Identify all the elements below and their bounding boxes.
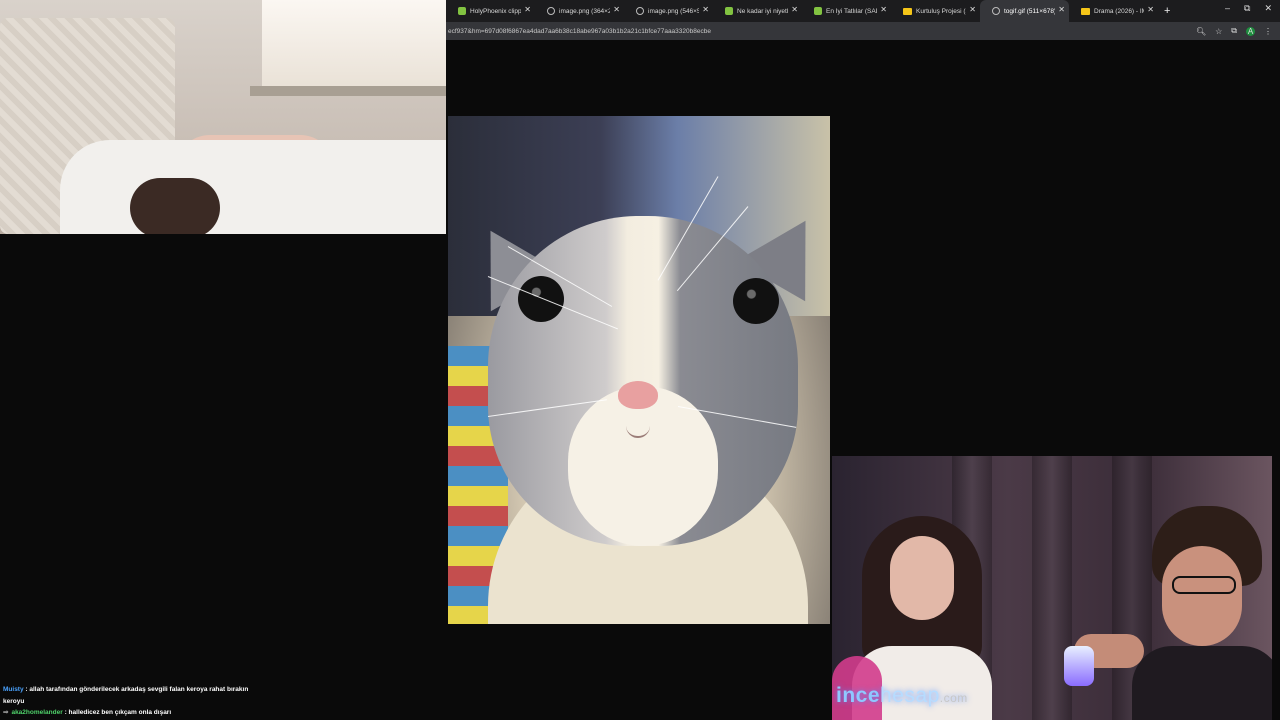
chat-message-continuation: keroyu xyxy=(3,697,25,705)
streamer-man xyxy=(1132,506,1272,720)
glasses xyxy=(1172,576,1236,594)
watermark-part-b: hesap xyxy=(880,684,940,707)
displayed-gif-image xyxy=(448,116,830,624)
globe-icon xyxy=(547,7,555,15)
chat-username: aka2homelander xyxy=(11,709,63,716)
watermark-domain: .com xyxy=(939,691,968,705)
webcam-bed-view xyxy=(0,0,446,234)
globe-icon xyxy=(992,7,1000,15)
profile-avatar[interactable]: A xyxy=(1246,26,1255,36)
tab-title: Kurtuluş Projesi (20 xyxy=(916,7,966,15)
reply-arrow-icon: ⇒ xyxy=(3,709,9,716)
imdb-icon xyxy=(903,7,912,15)
chat-message: ⇒ aka2homelander : halledicez ben çıkçam … xyxy=(3,707,449,719)
restore-button[interactable]: ⧉ xyxy=(1244,3,1250,14)
globe-icon xyxy=(636,7,644,15)
close-tab-icon[interactable]: ✕ xyxy=(702,5,709,14)
window-sill xyxy=(250,86,446,96)
sponsor-watermark: incehesap.com xyxy=(836,684,968,708)
extensions-icon[interactable]: ⧉ xyxy=(1231,26,1237,36)
bookmark-star-icon[interactable]: ☆ xyxy=(1215,27,1222,36)
tab-title: Drama (2026) - IMD xyxy=(1094,7,1144,15)
close-tab-icon[interactable]: ✕ xyxy=(880,5,887,14)
site-icon xyxy=(814,7,822,15)
tab-title: image.png (546×54 xyxy=(648,7,699,15)
tab-image-1[interactable]: image.png (364×20 ✕ xyxy=(535,0,624,22)
chat-overlay: Muisty : allah tarafından gönderilecek a… xyxy=(0,684,449,719)
chat-username: Muisty xyxy=(3,686,24,693)
tab-holyphoenix[interactable]: HolyPhoenix clippe ✕ xyxy=(446,0,535,22)
address-bar-actions: 🔍︎ ☆ ⧉ A ⋮ xyxy=(1196,26,1280,36)
chat-text: : halledicez ben çıkçam onla dışarı xyxy=(64,709,172,716)
tab-kurtulus[interactable]: Kurtuluş Projesi (20 ✕ xyxy=(891,0,980,22)
imdb-icon xyxy=(1081,7,1090,15)
tab-title: image.png (364×20 xyxy=(559,7,610,15)
face xyxy=(1162,546,1242,646)
tab-tatlilar[interactable]: En İyi Tatlılar (SADE ✕ xyxy=(802,0,891,22)
zoom-icon[interactable]: 🔍︎ xyxy=(1196,27,1206,36)
tab-title: togif.gif (511×678) xyxy=(1004,7,1055,15)
browser-tab-strip: HolyPhoenix clippe ✕ image.png (364×20 ✕… xyxy=(446,0,1280,22)
chat-message: Muisty : allah tarafından gönderilecek a… xyxy=(3,684,449,696)
close-tab-icon[interactable]: ✕ xyxy=(969,5,976,14)
close-tab-icon[interactable]: ✕ xyxy=(791,5,798,14)
tab-ne-kadar[interactable]: Ne kadar iyi niyetlis ✕ xyxy=(713,0,802,22)
minimize-button[interactable]: – xyxy=(1225,3,1230,14)
url-field[interactable]: ecf937&hm=697d08f6867ea4dad7aa6b38c18abe… xyxy=(446,28,1196,35)
sleeping-person xyxy=(130,178,220,234)
window-controls: – ⧉ ✕ xyxy=(1225,3,1272,14)
tab-title: En İyi Tatlılar (SADE xyxy=(826,7,877,15)
tab-title: Ne kadar iyi niyetlis xyxy=(737,7,788,15)
cat-eye-right xyxy=(733,278,779,324)
tab-image-2[interactable]: image.png (546×54 ✕ xyxy=(624,0,713,22)
site-icon xyxy=(725,7,733,15)
close-tab-icon[interactable]: ✕ xyxy=(1147,5,1154,14)
new-tab-button[interactable]: + xyxy=(1164,5,1170,17)
webcam-streamers-view: incehesap.com xyxy=(832,456,1272,720)
address-bar: ecf937&hm=697d08f6867ea4dad7aa6b38c18abe… xyxy=(446,22,1280,40)
close-tab-icon[interactable]: ✕ xyxy=(613,5,620,14)
tab-drama[interactable]: Drama (2026) - IMD ✕ xyxy=(1069,0,1158,22)
twitch-clip-icon xyxy=(458,7,466,15)
close-tab-icon[interactable]: ✕ xyxy=(1058,5,1065,14)
cat-nose xyxy=(618,381,658,409)
menu-kebab-icon[interactable]: ⋮ xyxy=(1264,27,1272,36)
microphone xyxy=(1064,646,1094,686)
tab-title: HolyPhoenix clippe xyxy=(470,7,521,15)
shirt xyxy=(1132,646,1272,720)
cat-eye-left xyxy=(518,276,564,322)
tab-togif[interactable]: togif.gif (511×678) ✕ xyxy=(980,0,1069,22)
chat-text: : allah tarafından gönderilecek arkadaş … xyxy=(25,686,249,693)
face xyxy=(890,536,954,620)
close-tab-icon[interactable]: ✕ xyxy=(524,5,531,14)
bedsheet xyxy=(60,140,446,234)
close-window-button[interactable]: ✕ xyxy=(1264,3,1272,14)
window xyxy=(262,0,446,90)
watermark-part-a: ince xyxy=(836,684,881,707)
